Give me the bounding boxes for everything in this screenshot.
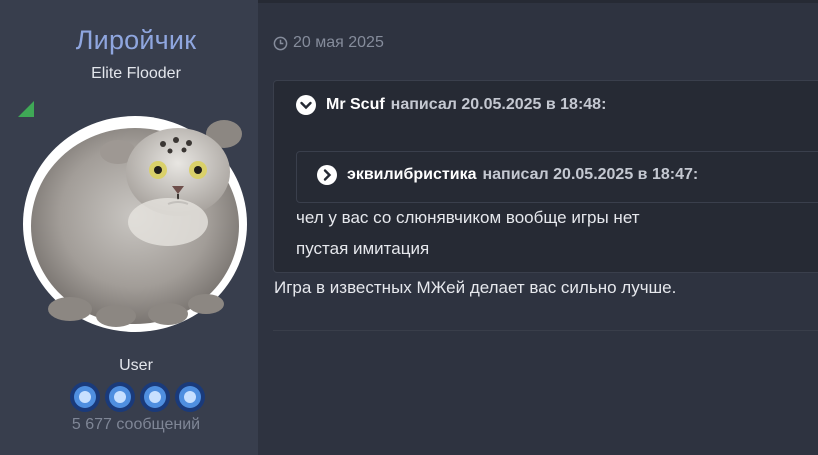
chevron-right-icon[interactable] xyxy=(317,165,337,185)
badge-row xyxy=(69,381,209,413)
outer-quote-line: пустая имитация xyxy=(296,239,430,258)
message-count[interactable]: 5 677 сообщений xyxy=(0,416,272,434)
post-date-text: 20 мая 2025 xyxy=(293,34,384,51)
outer-quote: Mr Scuf написал 20.05.2025 в 18:48: экви… xyxy=(273,80,818,273)
inner-quote: эквилибристика написал 20.05.2025 в 18:4… xyxy=(296,151,818,203)
award-icon[interactable] xyxy=(139,381,171,413)
chevron-down-icon[interactable] xyxy=(296,95,316,115)
outer-quote-author[interactable]: Mr Scuf xyxy=(326,96,385,114)
outer-quote-header[interactable]: Mr Scuf написал 20.05.2025 в 18:48: xyxy=(296,95,606,115)
inner-quote-header[interactable]: эквилибристика написал 20.05.2025 в 18:4… xyxy=(317,165,698,185)
post-date[interactable]: 20 мая 2025 xyxy=(273,34,384,52)
award-icon[interactable] xyxy=(174,381,206,413)
inner-quote-author[interactable]: эквилибристика xyxy=(347,166,476,184)
outer-quote-line: чел у вас со слюнявчиком вообще игры нет xyxy=(296,208,640,227)
inner-quote-meta: написал 20.05.2025 в 18:47: xyxy=(482,166,699,183)
post-reply-text: Игра в известных МЖей делает вас сильно … xyxy=(274,278,677,297)
clock-icon xyxy=(273,36,288,50)
avatar[interactable] xyxy=(18,104,250,336)
award-icon[interactable] xyxy=(69,381,101,413)
outer-quote-meta: написал 20.05.2025 в 18:48: xyxy=(390,96,607,113)
award-icon[interactable] xyxy=(104,381,136,413)
username-link[interactable]: Лиройчик xyxy=(0,25,272,56)
user-sidebar: Лиройчик Elite Flooder User 5 677 сообще… xyxy=(0,0,258,455)
user-role: User xyxy=(119,357,153,374)
post-divider xyxy=(273,330,818,331)
user-title: Elite Flooder xyxy=(91,65,181,82)
